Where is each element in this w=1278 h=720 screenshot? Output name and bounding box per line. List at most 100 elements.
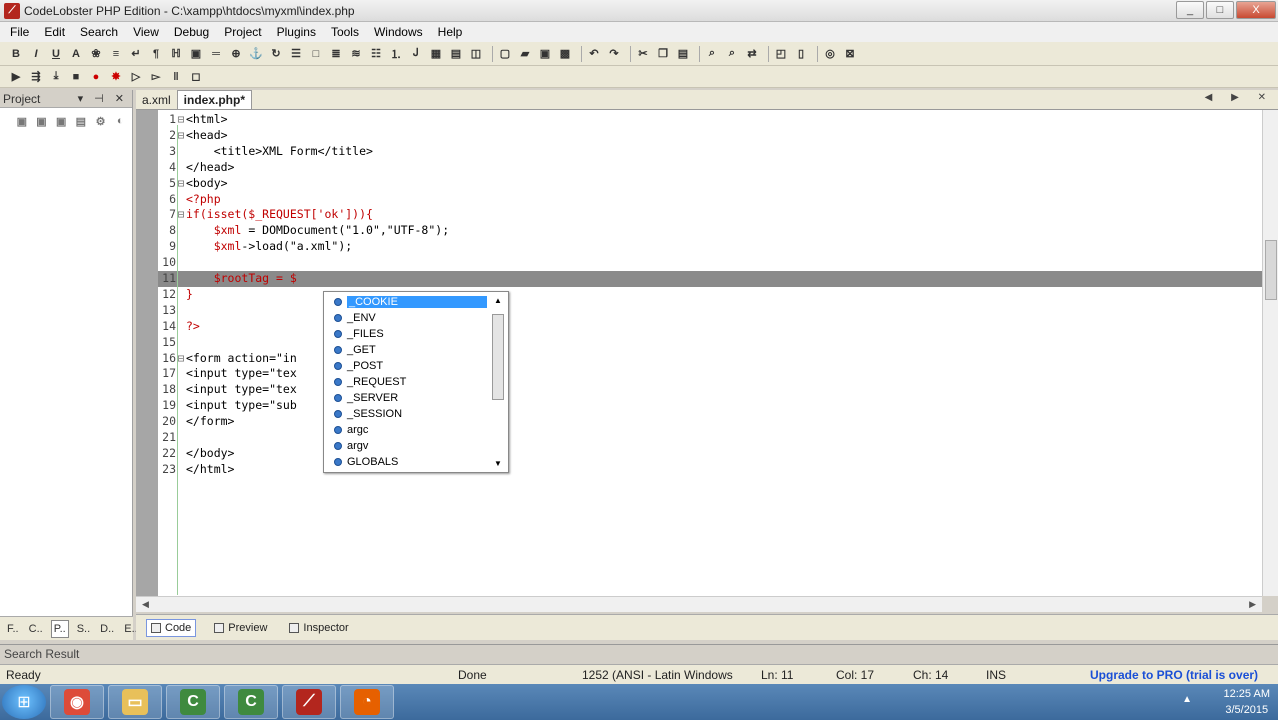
scroll-up-icon[interactable]: ▲ (494, 296, 502, 305)
continue-icon[interactable]: ▷ (128, 69, 144, 85)
autocomplete-item[interactable]: _POST (334, 358, 490, 374)
autocomplete-popup[interactable]: ▲ ▼ _COOKIE _ENV _FILES _GET _POST _REQUEST _S… (323, 291, 509, 473)
window-icon[interactable]: ◰ (773, 46, 789, 62)
center-icon[interactable]: ≣ (328, 46, 344, 62)
maximize-button[interactable]: □ (1206, 1, 1234, 19)
tab-navigation-icon[interactable]: ◀ ▶ ✕ (1205, 92, 1274, 103)
menu-tools[interactable]: Tools (331, 25, 359, 39)
undo-icon[interactable]: ↶ (586, 46, 602, 62)
tab-classes[interactable]: C.. (27, 621, 45, 637)
refresh-icon[interactable]: ↻ (268, 46, 284, 62)
font-color-button[interactable]: A (68, 46, 84, 62)
autocomplete-item[interactable]: GLOBALS (334, 454, 490, 470)
menu-file[interactable]: File (10, 25, 29, 39)
run-icon[interactable]: ▶ (8, 69, 24, 85)
find-next-icon[interactable]: ⌕ (724, 46, 740, 62)
taskbar-app-app-red[interactable]: ⟋ (282, 685, 336, 719)
editor-vertical-scrollbar[interactable] (1262, 110, 1278, 596)
stop-icon[interactable]: ■ (68, 69, 84, 85)
scroll-right-icon[interactable]: ▶ (1249, 599, 1256, 610)
tab-snippets[interactable]: S.. (75, 621, 92, 637)
code-line[interactable]: 1 ⊟ <html> (158, 112, 1262, 128)
paste-icon[interactable]: ▤ (675, 46, 691, 62)
settings-icon[interactable]: ⚙ (93, 113, 109, 129)
code-line[interactable]: 11 $rootTag = $ (158, 271, 1262, 287)
autocomplete-item[interactable]: _ENV (334, 310, 490, 326)
code-line[interactable]: 4 </head> (158, 160, 1262, 176)
fullscreen-icon[interactable]: ⊠ (842, 46, 858, 62)
palette-icon[interactable]: ❀ (88, 46, 104, 62)
menu-windows[interactable]: Windows (374, 25, 423, 39)
tab-files[interactable]: F.. (5, 621, 21, 637)
new-file-icon[interactable]: ▢ (497, 46, 513, 62)
autocomplete-item[interactable]: _SERVER (334, 390, 490, 406)
tab-index-php[interactable]: index.php* (176, 90, 253, 109)
autocomplete-item[interactable]: argc (334, 422, 490, 438)
form-icon[interactable]: ▤ (448, 46, 464, 62)
autocomplete-item[interactable]: argv (334, 438, 490, 454)
taskbar-app-firefox[interactable]: ◔ (340, 685, 394, 719)
autocomplete-scrollbar[interactable]: ▲ ▼ (492, 296, 504, 468)
code-line[interactable]: 3 <title>XML Form</title> (158, 144, 1262, 160)
link-icon[interactable]: ⊕ (228, 46, 244, 62)
help-icon[interactable]: ◎ (822, 46, 838, 62)
tab-preview[interactable]: Preview (210, 620, 271, 636)
panel-controls-icon[interactable]: ▾ ⊣ ✕ (78, 92, 128, 105)
code-line[interactable]: 2 ⊟ <head> (158, 128, 1262, 144)
paragraph-icon[interactable]: ¶ (148, 46, 164, 62)
tab-a-xml[interactable]: a.xml (136, 91, 177, 109)
autocomplete-item[interactable]: _REQUEST (334, 374, 490, 390)
replace-icon[interactable]: ⇄ (744, 46, 760, 62)
find-icon[interactable]: ⌕ (704, 46, 720, 62)
redo-icon[interactable]: ↷ (606, 46, 622, 62)
run-to-cursor-icon[interactable]: ▻ (148, 69, 164, 85)
code-line[interactable]: 10 (158, 255, 1262, 271)
menu-debug[interactable]: Debug (174, 25, 209, 39)
refresh-project-icon[interactable]: ◐ (112, 113, 128, 129)
open-folder-icon[interactable]: ▰ (517, 46, 533, 62)
upgrade-link[interactable]: Upgrade to PRO (trial is over) (1090, 668, 1258, 682)
taskbar-app-chrome[interactable]: ◉ (50, 685, 104, 719)
scrollbar-thumb[interactable] (1265, 240, 1277, 300)
underline-button[interactable]: U (48, 46, 64, 62)
tab-inspector[interactable]: Inspector (285, 620, 352, 636)
search-result-panel[interactable]: Search Result (0, 644, 1278, 662)
menu-edit[interactable]: Edit (44, 25, 65, 39)
scroll-down-icon[interactable]: ▼ (494, 459, 502, 468)
numbered-list-icon[interactable]: ⒈ (388, 46, 404, 62)
remove-icon[interactable]: ▣ (53, 113, 69, 129)
code-line[interactable]: 5 ⊟ <body> (158, 176, 1262, 192)
autocomplete-item[interactable]: _GET (334, 342, 490, 358)
breakpoint-icon[interactable]: ● (88, 69, 104, 85)
close-button[interactable]: X (1236, 1, 1276, 19)
menu-help[interactable]: Help (438, 25, 463, 39)
table-icon[interactable]: ▦ (428, 46, 444, 62)
autocomplete-scroll-thumb[interactable] (492, 314, 504, 400)
document-icon[interactable]: ▯ (793, 46, 809, 62)
restart-icon[interactable]: ◻ (188, 69, 204, 85)
save-all-icon[interactable]: ▩ (557, 46, 573, 62)
anchor-icon[interactable]: ⚓ (248, 46, 264, 62)
clear-breakpoints-icon[interactable]: ✸ (108, 69, 124, 85)
menu-search[interactable]: Search (80, 25, 118, 39)
autocomplete-item[interactable]: _SESSION (334, 406, 490, 422)
step-icon[interactable]: ⇶ (28, 69, 44, 85)
step-into-icon[interactable]: ⤓ (48, 69, 64, 85)
bold-button[interactable]: B (8, 46, 24, 62)
autocomplete-item[interactable]: _FILES (334, 326, 490, 342)
copy-icon[interactable]: ❐ (655, 46, 671, 62)
add-folder-icon[interactable]: ▣ (34, 113, 50, 129)
tab-project[interactable]: P.. (50, 619, 69, 638)
script-icon[interactable]: Ꭻ (408, 46, 424, 62)
frame-icon[interactable]: ◫ (468, 46, 484, 62)
add-file-icon[interactable]: ▣ (14, 113, 30, 129)
save-icon[interactable]: ▣ (537, 46, 553, 62)
menu-project[interactable]: Project (224, 25, 261, 39)
code-line[interactable]: 6 <?php (158, 192, 1262, 208)
taskbar-app-codelobster-1[interactable]: C (166, 685, 220, 719)
align-icon[interactable]: ☰ (288, 46, 304, 62)
taskbar-app-codelobster-2[interactable]: C (224, 685, 278, 719)
pause-icon[interactable]: ‖ (168, 69, 184, 85)
editor-horizontal-scrollbar[interactable]: ◀ ▶ (136, 596, 1262, 612)
tray-expand-icon[interactable]: ▲ (1182, 694, 1192, 705)
